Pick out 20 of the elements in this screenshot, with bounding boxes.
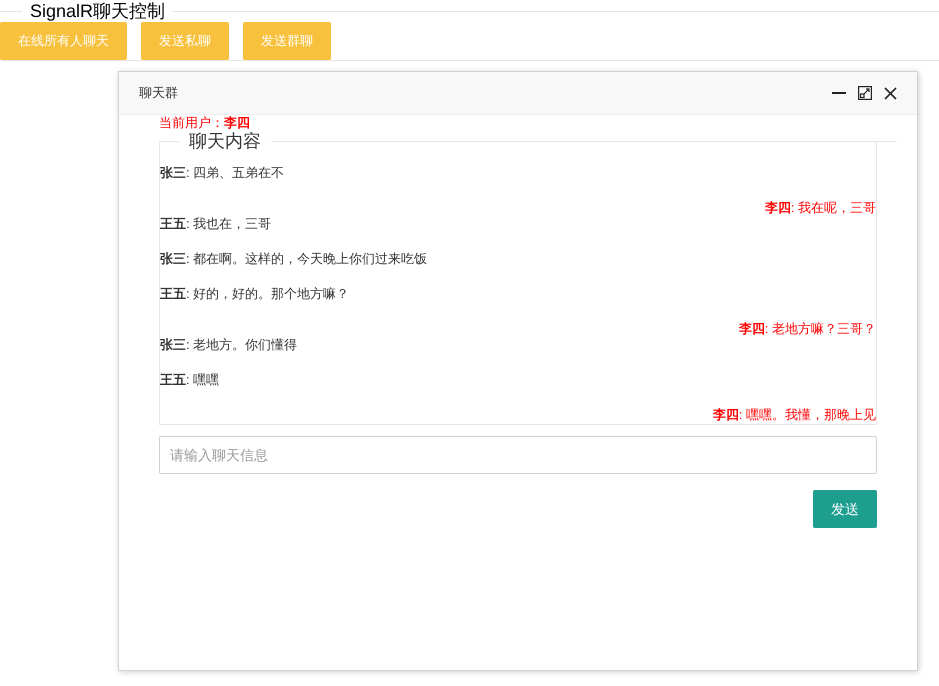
chat-message: 李四: 我在呢，三哥 [764,200,876,216]
action-button[interactable]: 发送群聊 [243,22,331,60]
chat-message: 王五: 好的，好的。那个地方嘛？ [160,286,350,303]
send-button[interactable]: 发送 [813,490,877,528]
message-input[interactable]: 请输入聊天信息 [159,436,877,474]
action-button[interactable]: 在线所有人聊天 [0,22,127,60]
chat-message: 张三: 老地方。你们懂得 [160,337,298,354]
chat-message: 王五: 嘿嘿 [160,372,220,389]
dialog-title: 聊天群 [139,84,178,102]
maximize-icon[interactable] [858,86,872,100]
close-icon[interactable] [884,86,897,100]
chat-message: 李四: 老地方嘛？三哥？ [738,321,876,337]
chat-message: 张三: 都在啊。这样的，今天晚上你们过来吃饭 [160,251,428,268]
action-button[interactable]: 发送私聊 [141,22,229,60]
section-title: 聊天内容 [188,130,262,152]
current-user: 当前用户：李四 [159,116,250,130]
chat-message: 李四: 嘿嘿。我懂，那晚上见 [712,407,876,423]
chat-message: 王五: 我也在，三哥 [160,216,272,233]
chat-message: 张三: 四弟、五弟在不 [160,165,284,182]
page-title: SignalR聊天控制 [29,0,166,22]
